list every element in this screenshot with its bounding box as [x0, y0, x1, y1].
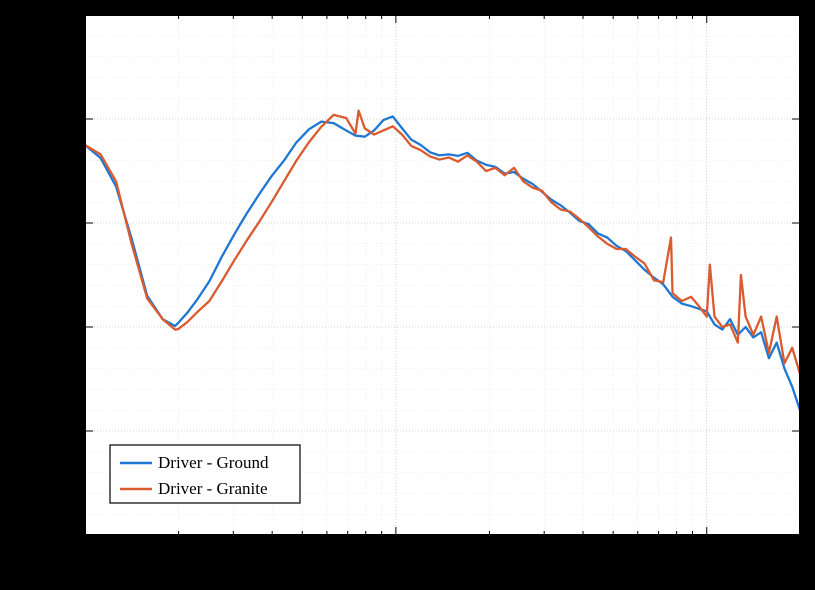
legend: Driver - Ground Driver - Granite — [110, 445, 300, 503]
chart-svg: Driver - Ground Driver - Granite — [0, 0, 815, 590]
legend-label-1: Driver - Granite — [158, 479, 268, 498]
legend-label-0: Driver - Ground — [158, 453, 269, 472]
chart-container: Driver - Ground Driver - Granite — [0, 0, 815, 590]
